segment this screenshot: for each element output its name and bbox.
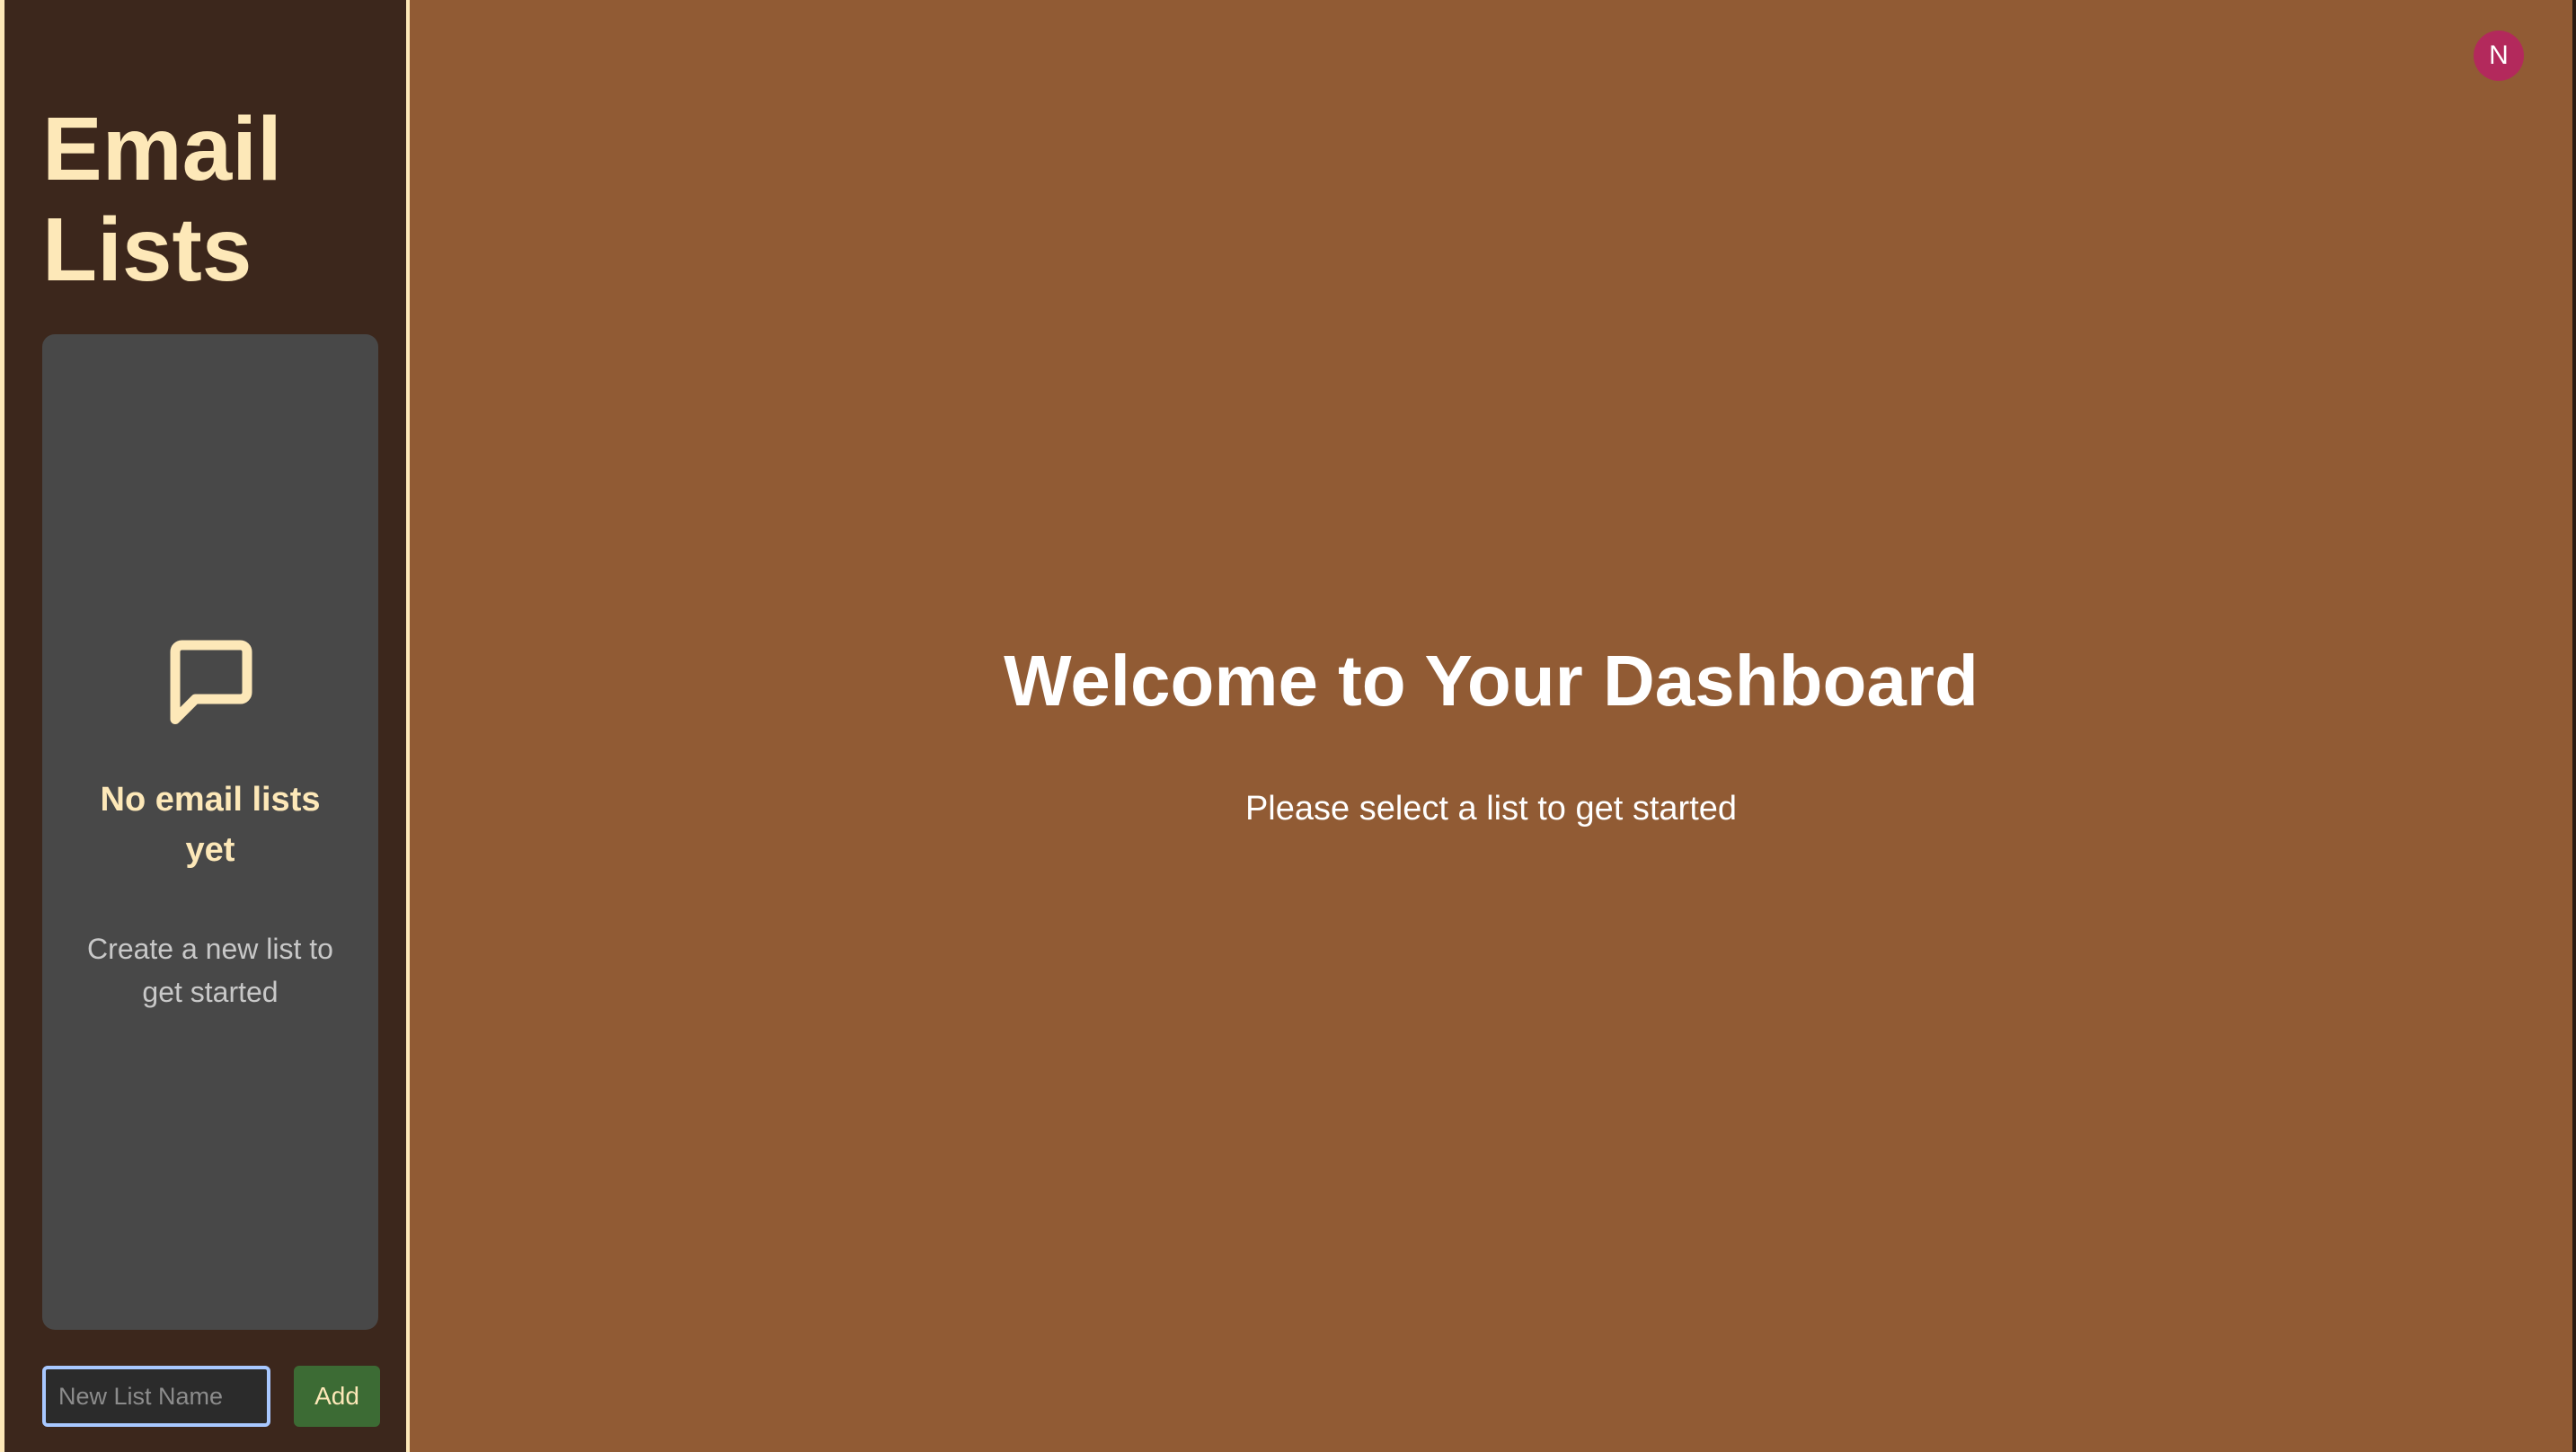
welcome-title: Welcome to Your Dashboard: [1004, 641, 1978, 721]
empty-state-subtext: Create a new list to get started: [87, 933, 333, 1008]
empty-state-heading: No email lists yet: [100, 781, 321, 869]
app-window: Email Lists No email lists yet Create a …: [0, 0, 2576, 1452]
sidebar-title: Email Lists: [42, 99, 282, 300]
avatar[interactable]: N: [2474, 31, 2524, 81]
main-content: N Welcome to Your Dashboard Please selec…: [410, 0, 2576, 1452]
welcome-subtitle: Please select a list to get started: [1244, 790, 1738, 828]
sidebar: Email Lists No email lists yet Create a …: [0, 0, 410, 1452]
new-list-form: Add: [42, 1366, 380, 1427]
email-lists-panel: No email lists yet Create a new list to …: [42, 334, 378, 1330]
new-list-name-input[interactable]: [42, 1366, 270, 1427]
add-list-button[interactable]: Add: [294, 1366, 380, 1427]
message-icon: [170, 640, 252, 724]
